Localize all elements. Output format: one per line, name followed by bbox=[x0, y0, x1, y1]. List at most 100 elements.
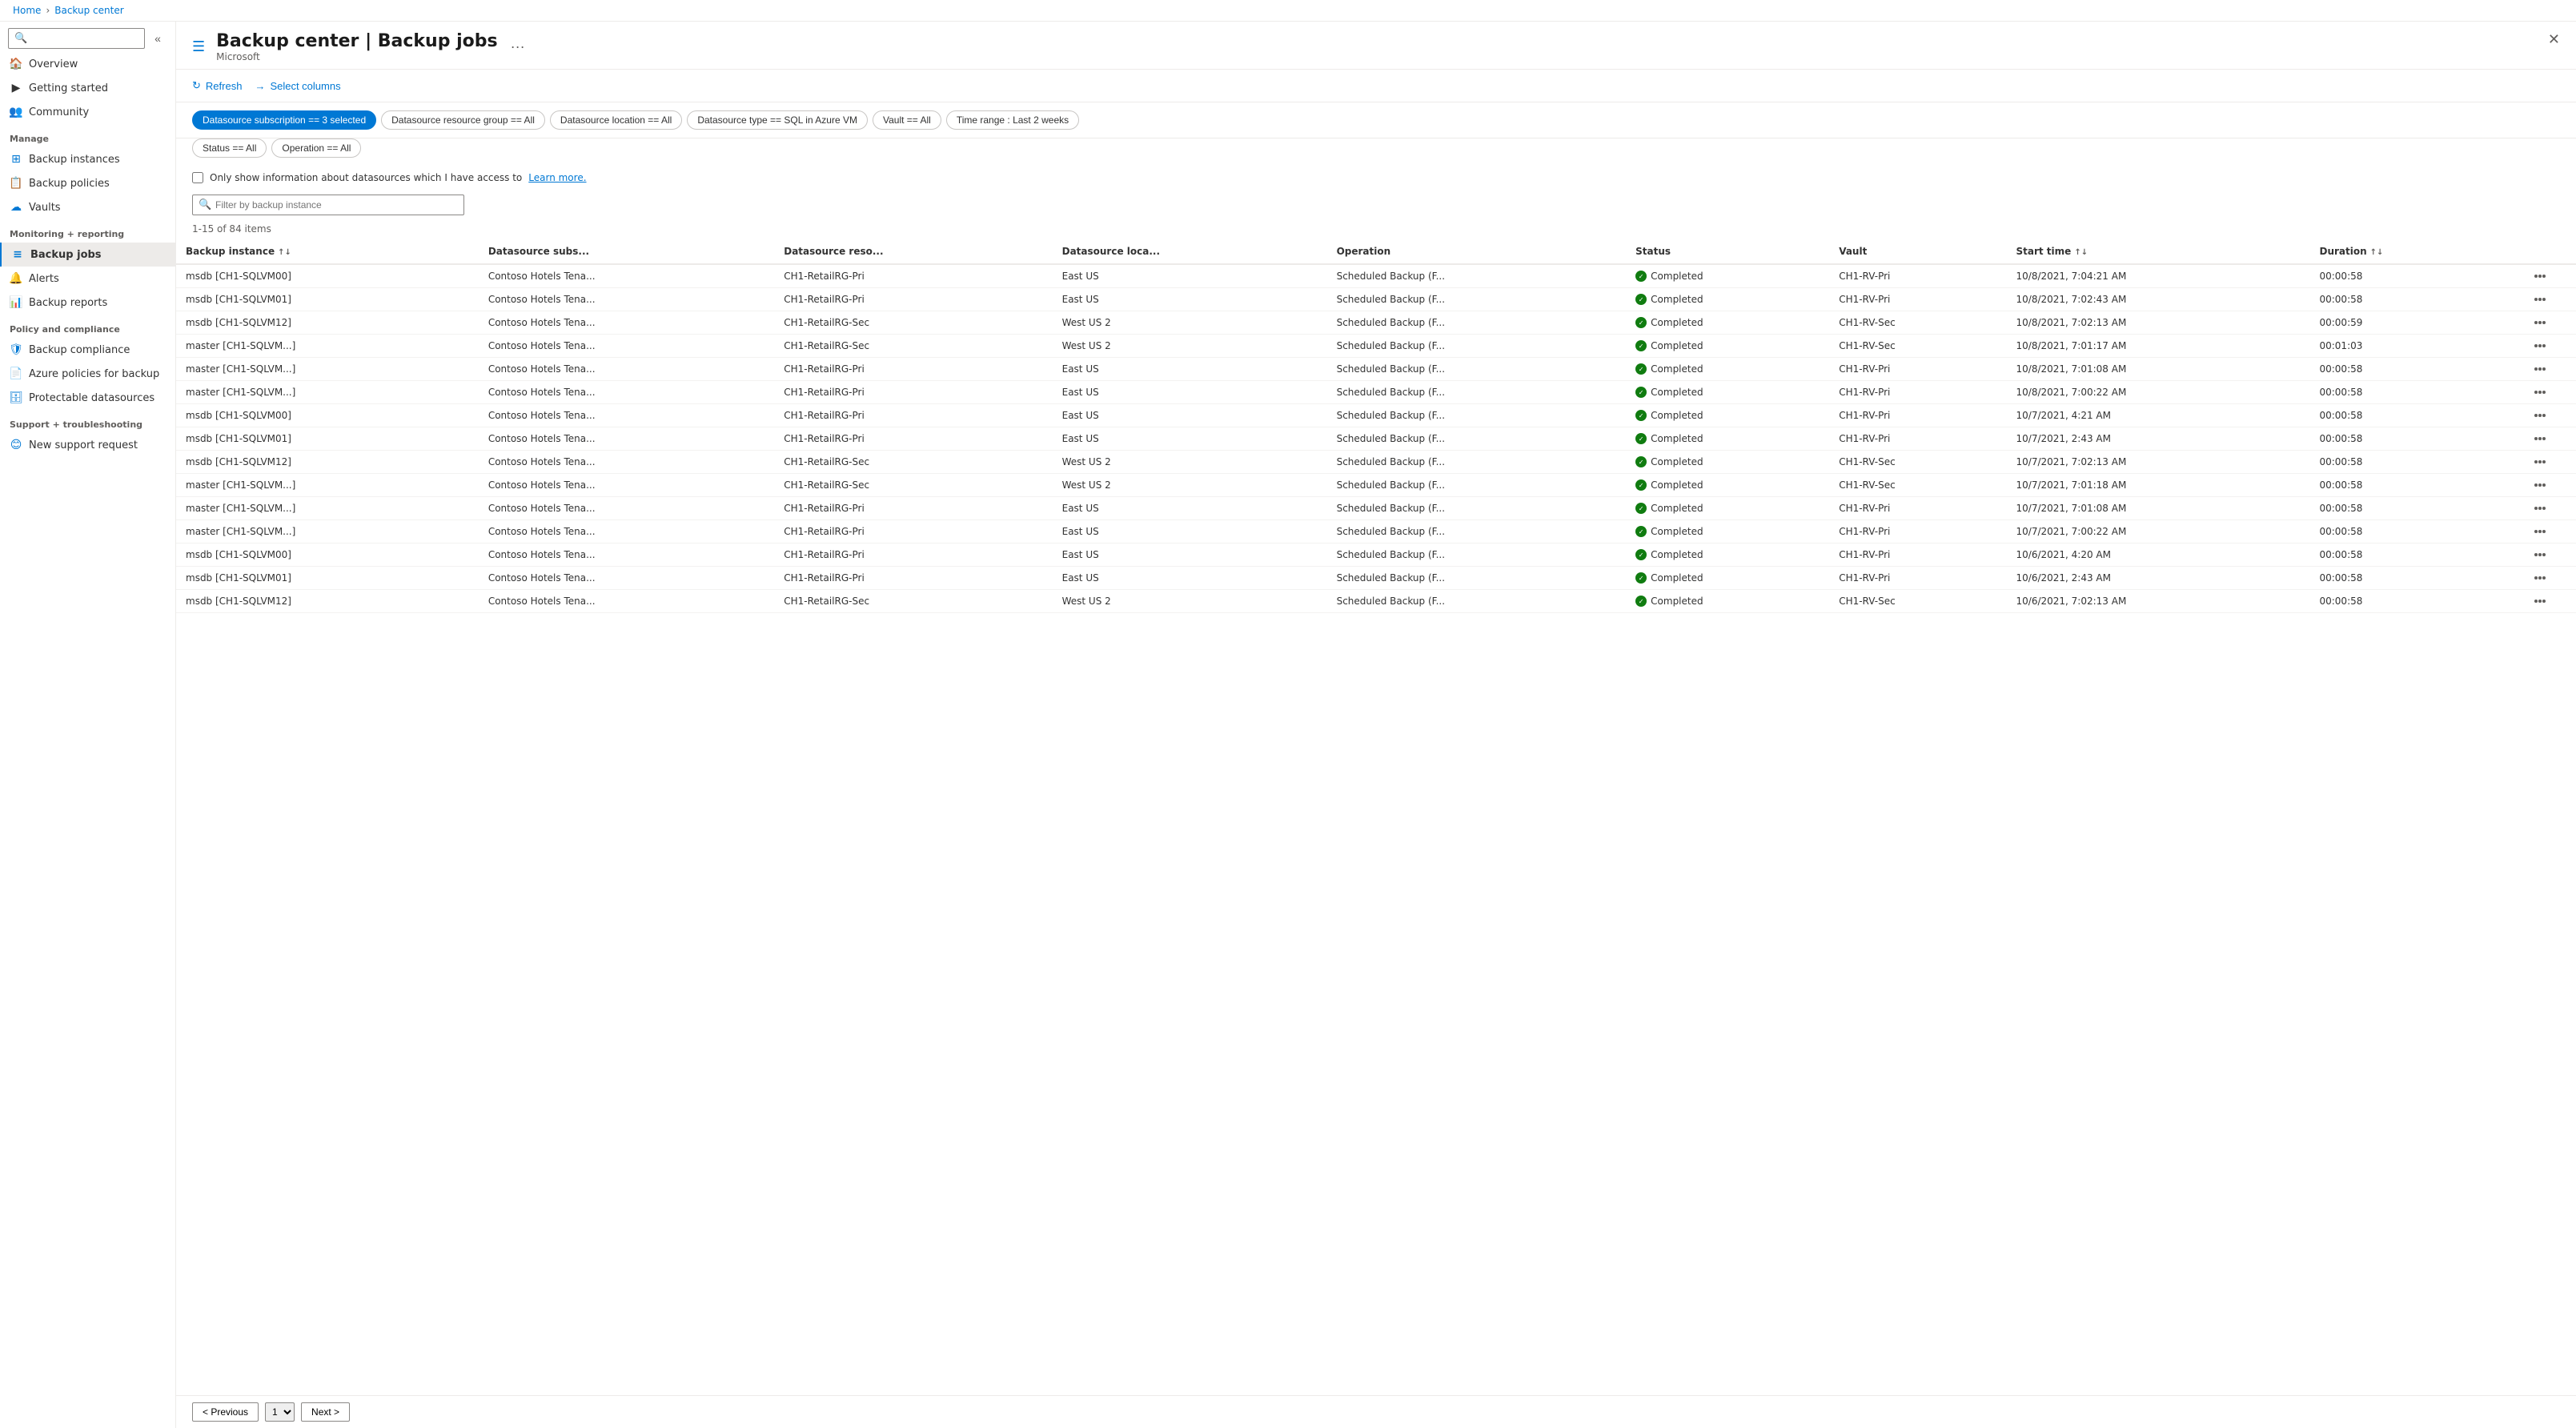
cell-duration: 00:00:58 bbox=[2309, 544, 2504, 567]
page-select[interactable]: 1 2 3 4 5 6 bbox=[265, 1402, 295, 1422]
filter-pill-location[interactable]: Datasource location == All bbox=[550, 110, 682, 130]
sidebar-item-backup-jobs[interactable]: ≡ Backup jobs bbox=[0, 243, 175, 267]
support-section-label: Support + troubleshooting bbox=[0, 410, 175, 433]
table-row[interactable]: master [CH1-SQLVM...]Contoso Hotels Tena… bbox=[176, 474, 2576, 497]
cell-row-actions[interactable] bbox=[2505, 404, 2576, 427]
cell-row-actions[interactable] bbox=[2505, 520, 2576, 544]
table-row[interactable]: master [CH1-SQLVM...]Contoso Hotels Tena… bbox=[176, 358, 2576, 381]
select-columns-button[interactable]: → Select columns bbox=[255, 77, 340, 95]
cell-datasource_reso: CH1-RetailRG-Sec bbox=[774, 474, 1052, 497]
cell-row-actions[interactable] bbox=[2505, 474, 2576, 497]
filter-pill-operation[interactable]: Operation == All bbox=[271, 138, 361, 158]
cell-row-actions[interactable] bbox=[2505, 288, 2576, 311]
cell-row-actions[interactable] bbox=[2505, 567, 2576, 590]
sidebar-collapse-button[interactable]: « bbox=[148, 29, 167, 48]
close-button[interactable]: ✕ bbox=[2548, 31, 2560, 48]
sidebar-item-alerts[interactable]: 🔔 Alerts bbox=[0, 267, 175, 291]
learn-more-link[interactable]: Learn more. bbox=[528, 172, 586, 183]
access-filter-checkbox[interactable] bbox=[192, 172, 203, 183]
row-actions-menu[interactable] bbox=[2514, 460, 2566, 463]
cell-row-actions[interactable] bbox=[2505, 590, 2576, 613]
dot-1 bbox=[2534, 530, 2538, 533]
table-row[interactable]: master [CH1-SQLVM...]Contoso Hotels Tena… bbox=[176, 520, 2576, 544]
row-actions-menu[interactable] bbox=[2514, 321, 2566, 324]
sidebar-item-new-support[interactable]: 😊 New support request bbox=[0, 433, 175, 457]
cell-row-actions[interactable] bbox=[2505, 451, 2576, 474]
filter-pill-type[interactable]: Datasource type == SQL in Azure VM bbox=[687, 110, 868, 130]
table-row[interactable]: msdb [CH1-SQLVM12]Contoso Hotels Tena...… bbox=[176, 451, 2576, 474]
next-page-button[interactable]: Next > bbox=[301, 1402, 350, 1422]
cell-row-actions[interactable] bbox=[2505, 264, 2576, 288]
sidebar-item-overview[interactable]: 🏠 Overview bbox=[0, 52, 175, 76]
cell-row-actions[interactable] bbox=[2505, 335, 2576, 358]
table-row[interactable]: msdb [CH1-SQLVM01]Contoso Hotels Tena...… bbox=[176, 567, 2576, 590]
row-actions-menu[interactable] bbox=[2514, 437, 2566, 440]
cell-datasource_subs: Contoso Hotels Tena... bbox=[479, 381, 774, 404]
row-actions-menu[interactable] bbox=[2514, 367, 2566, 371]
sidebar-item-protectable[interactable]: 🗄 Protectable datasources bbox=[0, 386, 175, 410]
row-actions-menu[interactable] bbox=[2514, 483, 2566, 487]
column-header-start_time[interactable]: Start time↑↓ bbox=[2007, 239, 2310, 264]
backup-instance-search[interactable] bbox=[192, 195, 464, 215]
cell-duration: 00:00:58 bbox=[2309, 520, 2504, 544]
table-row[interactable]: msdb [CH1-SQLVM12]Contoso Hotels Tena...… bbox=[176, 311, 2576, 335]
sidebar-item-backup-compliance[interactable]: 🛡 Backup compliance bbox=[0, 338, 175, 362]
row-actions-menu[interactable] bbox=[2514, 391, 2566, 394]
row-actions-menu[interactable] bbox=[2514, 298, 2566, 301]
row-actions-menu[interactable] bbox=[2514, 414, 2566, 417]
filter-pill-resource_group[interactable]: Datasource resource group == All bbox=[381, 110, 545, 130]
column-header-instance[interactable]: Backup instance↑↓ bbox=[176, 239, 479, 264]
page-ellipsis-button[interactable]: ··· bbox=[506, 37, 530, 57]
row-actions-menu[interactable] bbox=[2514, 507, 2566, 510]
start_time-sort-icon: ↑↓ bbox=[2074, 248, 2088, 257]
sidebar-item-backup-instances[interactable]: ⊞ Backup instances bbox=[0, 147, 175, 171]
refresh-button[interactable]: ↻ Refresh bbox=[192, 76, 242, 95]
table-header: Backup instance↑↓Datasource subs...Datas… bbox=[176, 239, 2576, 264]
sidebar-item-vaults[interactable]: ☁ Vaults bbox=[0, 195, 175, 219]
table-row[interactable]: master [CH1-SQLVM...]Contoso Hotels Tena… bbox=[176, 497, 2576, 520]
cell-row-actions[interactable] bbox=[2505, 311, 2576, 335]
cell-row-actions[interactable] bbox=[2505, 497, 2576, 520]
row-actions-menu[interactable] bbox=[2514, 344, 2566, 347]
table-row[interactable]: msdb [CH1-SQLVM00]Contoso Hotels Tena...… bbox=[176, 264, 2576, 288]
row-actions-menu[interactable] bbox=[2514, 576, 2566, 580]
row-actions-menu[interactable] bbox=[2514, 275, 2566, 278]
cell-vault: CH1-RV-Pri bbox=[1829, 358, 2006, 381]
table-row[interactable]: master [CH1-SQLVM...]Contoso Hotels Tena… bbox=[176, 335, 2576, 358]
cell-start-time: 10/8/2021, 7:01:17 AM bbox=[2007, 335, 2310, 358]
sidebar-item-azure-policies[interactable]: 📄 Azure policies for backup bbox=[0, 362, 175, 386]
sidebar-item-community[interactable]: 👥 Community bbox=[0, 100, 175, 124]
table-row[interactable]: msdb [CH1-SQLVM01]Contoso Hotels Tena...… bbox=[176, 288, 2576, 311]
row-actions-menu[interactable] bbox=[2514, 600, 2566, 603]
cell-vault: CH1-RV-Pri bbox=[1829, 427, 2006, 451]
filter-pill-time_range[interactable]: Time range : Last 2 weeks bbox=[946, 110, 1079, 130]
dot-1 bbox=[2534, 437, 2538, 440]
table-row[interactable]: msdb [CH1-SQLVM00]Contoso Hotels Tena...… bbox=[176, 404, 2576, 427]
cell-row-actions[interactable] bbox=[2505, 381, 2576, 404]
cell-row-actions[interactable] bbox=[2505, 427, 2576, 451]
cell-status: Completed bbox=[1626, 264, 1829, 288]
table-row[interactable]: master [CH1-SQLVM...]Contoso Hotels Tena… bbox=[176, 381, 2576, 404]
table-row[interactable]: msdb [CH1-SQLVM12]Contoso Hotels Tena...… bbox=[176, 590, 2576, 613]
row-actions-menu[interactable] bbox=[2514, 530, 2566, 533]
column-header-duration[interactable]: Duration↑↓ bbox=[2309, 239, 2504, 264]
row-actions-menu[interactable] bbox=[2514, 553, 2566, 556]
sidebar-item-backup-policies[interactable]: 📋 Backup policies bbox=[0, 171, 175, 195]
cell-duration: 00:00:58 bbox=[2309, 567, 2504, 590]
status-label: Completed bbox=[1651, 526, 1703, 537]
breadcrumb-home[interactable]: Home bbox=[13, 5, 41, 16]
table-row[interactable]: msdb [CH1-SQLVM01]Contoso Hotels Tena...… bbox=[176, 427, 2576, 451]
sidebar-search-input[interactable] bbox=[8, 28, 145, 49]
filter-pill-vault[interactable]: Vault == All bbox=[873, 110, 941, 130]
column-header-vault: Vault bbox=[1829, 239, 2006, 264]
sidebar-item-getting-started[interactable]: ▶ Getting started bbox=[0, 76, 175, 100]
cell-row-actions[interactable] bbox=[2505, 544, 2576, 567]
cell-row-actions[interactable] bbox=[2505, 358, 2576, 381]
sidebar: 🔍 « 🏠 Overview ▶ Getting started 👥 Commu… bbox=[0, 22, 176, 1428]
table-row[interactable]: msdb [CH1-SQLVM00]Contoso Hotels Tena...… bbox=[176, 544, 2576, 567]
breadcrumb-center[interactable]: Backup center bbox=[54, 5, 123, 16]
previous-page-button[interactable]: < Previous bbox=[192, 1402, 259, 1422]
sidebar-item-backup-reports[interactable]: 📊 Backup reports bbox=[0, 291, 175, 315]
filter-pill-subscription[interactable]: Datasource subscription == 3 selected bbox=[192, 110, 376, 130]
filter-pill-status[interactable]: Status == All bbox=[192, 138, 267, 158]
